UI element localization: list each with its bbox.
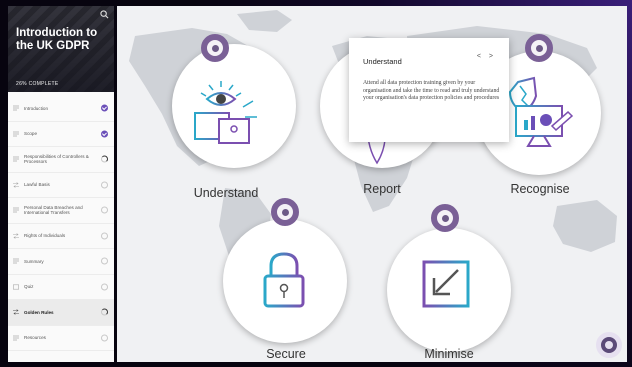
- golden-rules-content: Understand Report Recognise Secure Minim…: [117, 6, 627, 362]
- card-label: Minimise: [424, 347, 474, 361]
- nav-item-responsibilities[interactable]: Responsibilities of Controllers & Proces…: [8, 147, 114, 173]
- lesson-nav: Introduction Scope Responsibilities of C…: [8, 96, 114, 351]
- not-started-icon: [101, 206, 108, 214]
- progress-label: 26% COMPLETE: [16, 81, 59, 87]
- minimise-icon: [422, 260, 470, 308]
- nav-item-scope[interactable]: Scope: [8, 122, 114, 147]
- popup-nav-arrows[interactable]: < >: [477, 53, 496, 60]
- nav-item-rights[interactable]: Rights of Individuals: [8, 224, 114, 249]
- nav-item-label: Responsibilities of Controllers & Proces…: [24, 153, 89, 165]
- card-ring-icon: [271, 198, 299, 226]
- card-ring-icon: [525, 34, 553, 62]
- not-started-icon: [101, 232, 108, 240]
- course-sidebar: Introduction to the UK GDPR 26% COMPLETE…: [8, 6, 114, 362]
- not-started-icon: [101, 334, 108, 342]
- search-icon[interactable]: [100, 10, 109, 19]
- quiz-icon: [13, 284, 19, 290]
- not-started-icon: [101, 181, 108, 189]
- card-label: Report: [363, 182, 401, 196]
- arrows-icon: [13, 309, 19, 315]
- nav-item-label: Scope: [24, 131, 38, 136]
- nav-item-label: Summary: [24, 258, 44, 264]
- course-header: Introduction to the UK GDPR 26% COMPLETE: [8, 6, 114, 92]
- card-label: Secure: [266, 347, 306, 361]
- complete-check-icon: [101, 130, 108, 138]
- nav-item-label: Resources: [24, 335, 46, 340]
- nav-item-label: Golden Rules: [24, 309, 54, 315]
- lines-icon: [13, 131, 19, 137]
- nav-item-quiz[interactable]: Quiz: [8, 275, 114, 300]
- lines-icon: [13, 335, 19, 341]
- info-popup: Understand < > Attend all data protectio…: [349, 38, 509, 142]
- popup-title: Understand: [363, 57, 402, 66]
- nav-item-data-breaches[interactable]: Personal Data Breaches and International…: [8, 198, 114, 224]
- not-started-icon: [101, 283, 108, 291]
- card-label: Understand: [193, 186, 259, 200]
- arrows-icon: [13, 233, 19, 239]
- lines-icon: [13, 156, 19, 162]
- arrows-icon: [13, 182, 19, 188]
- course-title: Introduction to the UK GDPR: [16, 27, 98, 52]
- lines-icon: [13, 207, 19, 213]
- nav-item-lawful-basis[interactable]: Lawful Basis: [8, 173, 114, 198]
- corner-ring-icon: [596, 332, 622, 358]
- understand-icon: [194, 81, 257, 144]
- lines-icon: [13, 258, 19, 264]
- card-ring-icon: [431, 204, 459, 232]
- nav-item-summary[interactable]: Summary: [8, 249, 114, 275]
- nav-item-label: Personal Data Breaches and International…: [24, 204, 83, 216]
- app-frame: Introduction to the UK GDPR 26% COMPLETE…: [0, 0, 632, 367]
- nav-item-label: Lawful Basis: [24, 182, 50, 187]
- nav-item-label: Quiz: [24, 284, 34, 289]
- not-started-icon: [101, 257, 108, 265]
- nav-item-resources[interactable]: Resources: [8, 326, 114, 351]
- complete-check-icon: [101, 104, 108, 112]
- card-label: Recognise: [510, 182, 570, 196]
- lock-icon: [263, 252, 305, 308]
- nav-item-label: Introduction: [24, 105, 49, 111]
- nav-item-golden-rules[interactable]: Golden Rules: [8, 300, 114, 326]
- lines-icon: [13, 105, 19, 111]
- nav-item-label: Rights of Individuals: [24, 233, 66, 238]
- popup-body: Attend all data protection training give…: [363, 80, 500, 101]
- in-progress-icon: [101, 155, 108, 163]
- card-ring-icon: [201, 34, 229, 62]
- in-progress-icon: [101, 308, 108, 316]
- nav-item-introduction[interactable]: Introduction: [8, 96, 114, 122]
- recognise-icon: [508, 76, 574, 147]
